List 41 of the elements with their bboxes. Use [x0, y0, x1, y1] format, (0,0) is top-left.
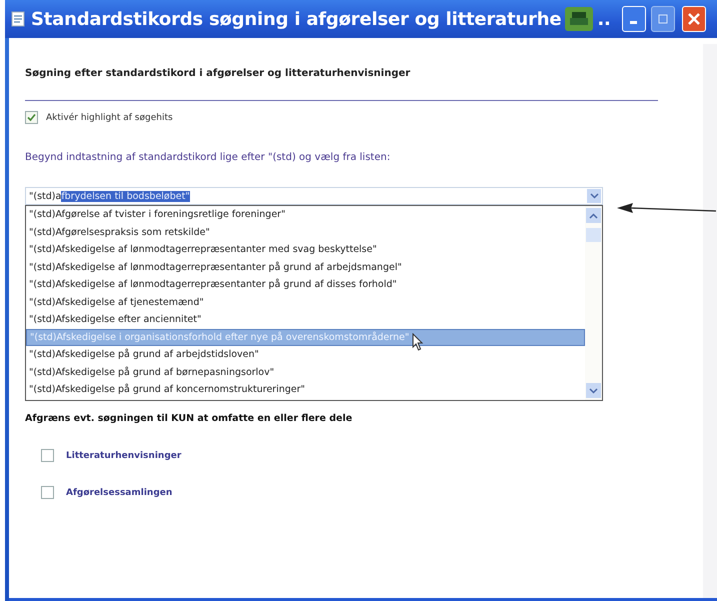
part-checkbox[interactable]: [41, 486, 54, 499]
dialog-heading: Søgning efter standardstikord i afgørelser og litteraturhenvisninger: [25, 67, 412, 79]
window-title: Standardstikords søgning i afgørelser og litteraturhe: [31, 8, 562, 30]
suggestion-item[interactable]: "(std)Afskedigelse på grund af arbejdstidsloven": [26, 346, 585, 364]
scroll-up-button[interactable]: [586, 208, 601, 223]
mouse-pointer-icon: [412, 333, 424, 351]
checkbox-label: Afgørelsessamlingen: [66, 488, 172, 498]
suggestion-item[interactable]: "(std)Afgørelse af tvister i foreningsretlige foreninger": [26, 206, 585, 224]
suggestion-item[interactable]: "(std)Afskedigelse af lønmodtagerrepræsentanter på grund af arbejdsmangel": [26, 258, 585, 276]
suggestion-item[interactable]: "(std)Afskedigelse på grund af koncernomstruktureringer": [26, 381, 585, 398]
instruction-text: Begynd indtastning af standardstikord lige efter "(std) og vælg fra listen:: [25, 152, 392, 163]
scrollbar[interactable]: [585, 206, 602, 400]
suggestion-item[interactable]: "(std)Afskedigelse af lønmodtagerrepræsentanter med svag beskyttelse": [26, 241, 585, 258]
chevron-down-icon: [589, 388, 598, 394]
part-checkbox[interactable]: [41, 449, 54, 462]
minimize-button[interactable]: [622, 6, 646, 32]
printer-icon[interactable]: [564, 6, 594, 32]
close-icon: [688, 13, 700, 25]
suggestion-item[interactable]: "(std)Afskedigelse af lønmodtagerrepræsentanter på grund af disses forhold": [26, 276, 585, 294]
maximize-button[interactable]: [650, 6, 675, 32]
scroll-thumb[interactable]: [586, 228, 601, 242]
suggestion-item[interactable]: "(std)Afskedigelse efter anciennitet": [26, 311, 585, 328]
keyword-combobox[interactable]: "(std)afbrydelsen til bodsbeløbet": [25, 187, 603, 205]
title-ellipsis: ..: [597, 8, 611, 30]
minimize-icon: [630, 21, 638, 24]
chevron-down-icon: [590, 193, 598, 199]
suggestion-item[interactable]: "(std)Afskedigelse af tjenestemænd": [26, 294, 585, 311]
app-icon: [11, 11, 25, 27]
page-scrollbar[interactable]: [703, 44, 717, 598]
checkbox-label: Aktivér highlight af søgehits: [46, 112, 173, 122]
maximize-icon: [658, 14, 668, 24]
highlight-checkbox[interactable]: [25, 111, 38, 124]
scroll-down-button[interactable]: [586, 383, 601, 398]
suggestion-item[interactable]: "(std)Afgørelsespraksis som retskilde": [26, 224, 585, 241]
chevron-up-icon: [589, 212, 598, 218]
restrict-label: Afgræns evt. søgningen til KUN at omfatte en eller flere dele: [25, 413, 354, 424]
suggestion-item[interactable]: "(std)Afskedigelse på grund af børnepasningsorlov": [26, 364, 585, 381]
dropdown-button[interactable]: [587, 189, 601, 203]
checkbox-label: Litteraturhenvisninger: [66, 450, 182, 460]
suggestion-list[interactable]: [25, 205, 603, 401]
close-button[interactable]: [682, 6, 706, 32]
